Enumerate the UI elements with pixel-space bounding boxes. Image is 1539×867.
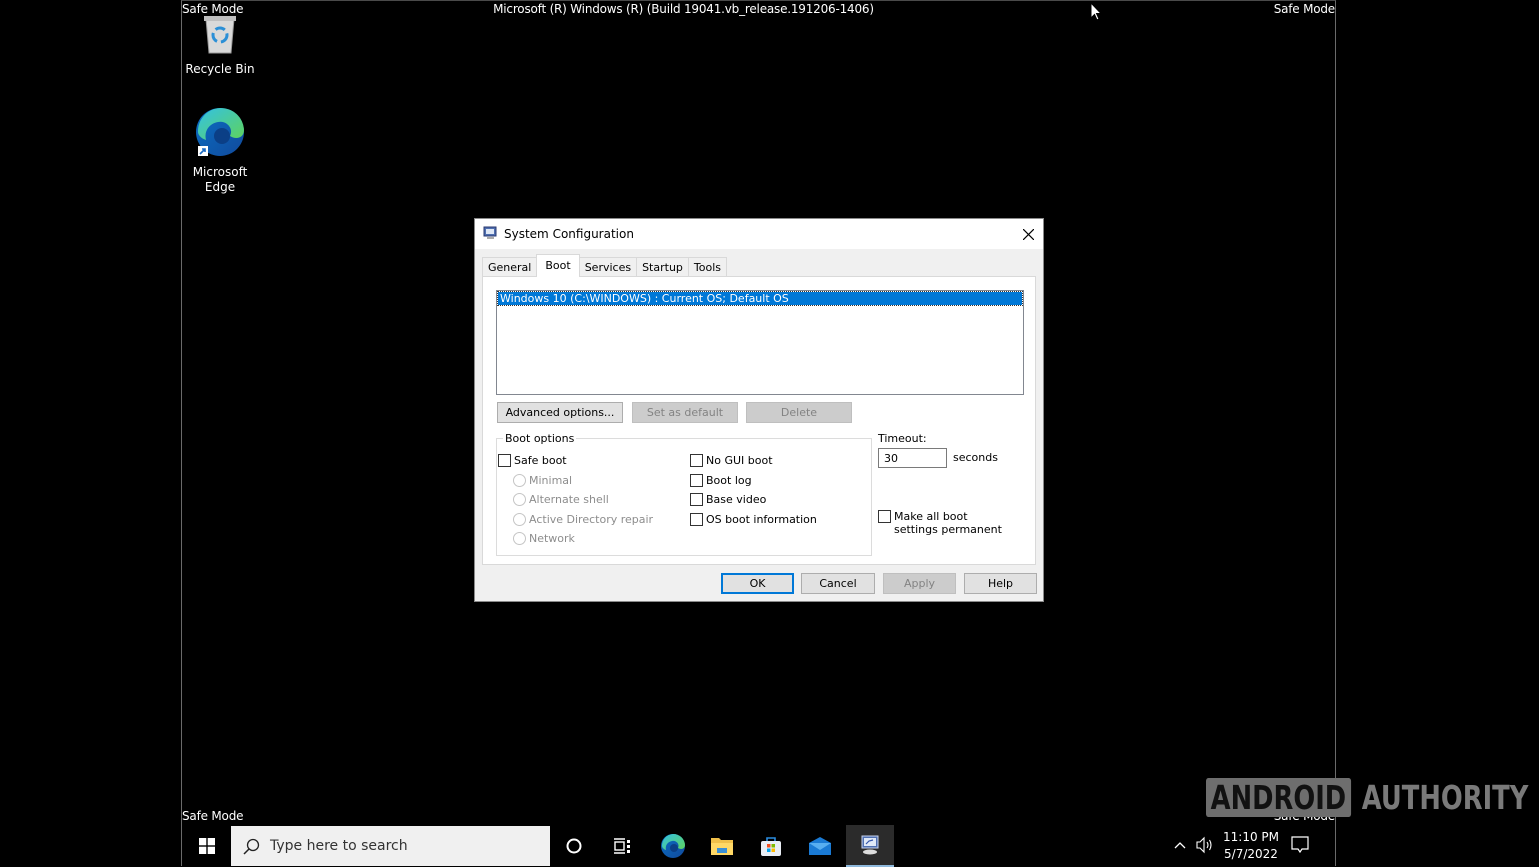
no-gui-boot-checkbox[interactable]: No GUI boot: [690, 454, 773, 467]
radio-circle[interactable]: [513, 493, 526, 506]
search-icon: [243, 838, 260, 855]
radio-label: Network: [529, 532, 575, 545]
watermark-part-2: AUTHORITY: [1361, 778, 1529, 817]
safe-boot-checkbox[interactable]: Safe boot: [498, 454, 567, 467]
safe-mode-label-top-right: Safe Mode: [1273, 2, 1335, 16]
boot-options-legend: Boot options: [503, 432, 577, 445]
cortana-button[interactable]: [551, 825, 597, 867]
checkbox-label: Base video: [706, 493, 767, 506]
checkbox-label: No GUI boot: [706, 454, 773, 467]
system-clock[interactable]: 11:10 PM 5/7/2022: [1220, 829, 1282, 863]
checkbox-label: Make all boot settings permanent: [894, 510, 1002, 536]
store-icon: [761, 837, 781, 856]
boot-tab-panel: Windows 10 (C:\WINDOWS) : Current OS; De…: [482, 276, 1036, 565]
mouse-cursor-icon: [1090, 2, 1102, 21]
boot-log-checkbox[interactable]: Boot log: [690, 474, 752, 487]
help-button[interactable]: Help: [964, 573, 1037, 594]
radio-circle[interactable]: [513, 513, 526, 526]
checkbox-box[interactable]: [498, 454, 511, 467]
dialog-title: System Configuration: [504, 227, 634, 241]
build-string: Microsoft (R) Windows (R) (Build 19041.v…: [493, 2, 874, 16]
os-list-item[interactable]: Windows 10 (C:\WINDOWS) : Current OS; De…: [497, 291, 1023, 306]
apply-button[interactable]: Apply: [883, 573, 956, 594]
msconfig-icon: [861, 835, 879, 855]
action-center-icon[interactable]: [1291, 836, 1309, 854]
radio-alternate-shell[interactable]: Alternate shell: [513, 493, 609, 506]
delete-button[interactable]: Delete: [746, 402, 852, 423]
checkbox-label: OS boot information: [706, 513, 817, 526]
desktop-icon-microsoft-edge[interactable]: Microsoft Edge: [182, 106, 258, 195]
boot-options-group: Boot options Safe boot Minimal Alternate…: [496, 432, 872, 556]
tab-strip: General Boot Services Startup Tools: [482, 254, 728, 277]
close-icon: [1022, 228, 1034, 240]
android-authority-watermark: ANDROID AUTHORITY: [1206, 778, 1528, 817]
radio-circle[interactable]: [513, 474, 526, 487]
checkbox-label: Safe boot: [514, 454, 567, 467]
task-view-icon: [614, 838, 630, 854]
taskbar-edge-button[interactable]: [650, 825, 696, 867]
edge-icon: [661, 833, 685, 858]
task-view-button[interactable]: [599, 825, 645, 867]
radio-network[interactable]: Network: [513, 532, 575, 545]
clock-time: 11:10 PM: [1223, 830, 1279, 844]
start-button[interactable]: [184, 825, 230, 867]
radio-circle[interactable]: [513, 532, 526, 545]
close-button[interactable]: [1013, 219, 1043, 249]
ok-button[interactable]: OK: [721, 573, 794, 594]
desktop-icon-recycle-bin[interactable]: Recycle Bin: [182, 13, 258, 77]
timeout-input[interactable]: [878, 448, 947, 468]
dialog-titlebar[interactable]: System Configuration: [475, 219, 1043, 249]
checkbox-box[interactable]: [690, 493, 703, 506]
tab-tools[interactable]: Tools: [687, 257, 728, 277]
checkbox-box[interactable]: [690, 454, 703, 467]
base-video-checkbox[interactable]: Base video: [690, 493, 766, 506]
volume-icon[interactable]: [1195, 836, 1215, 854]
recycle-bin-icon: [204, 16, 236, 54]
search-placeholder: Type here to search: [270, 838, 408, 854]
taskbar-search-box[interactable]: Type here to search: [231, 826, 550, 866]
clock-date: 5/7/2022: [1224, 847, 1278, 861]
mail-icon: [809, 837, 831, 855]
edge-icon: [196, 107, 244, 156]
cortana-icon: [566, 838, 582, 854]
advanced-options-button[interactable]: Advanced options...: [497, 402, 623, 423]
msconfig-icon: [483, 226, 497, 239]
cancel-button[interactable]: Cancel: [801, 573, 875, 594]
checkbox-box[interactable]: [878, 510, 891, 523]
windows-logo-icon: [199, 838, 215, 854]
timeout-label: Timeout:: [878, 432, 927, 445]
taskbar-mail-button[interactable]: [797, 825, 843, 867]
tab-boot[interactable]: Boot: [536, 254, 580, 277]
os-boot-information-checkbox[interactable]: OS boot information: [690, 513, 817, 526]
checkbox-label: Boot log: [706, 474, 752, 487]
watermark-part-1: ANDROID: [1206, 778, 1351, 817]
checkbox-box[interactable]: [690, 474, 703, 487]
desktop-icon-label: Microsoft Edge: [192, 165, 248, 194]
radio-label: Alternate shell: [529, 493, 609, 506]
set-as-default-button[interactable]: Set as default: [632, 402, 738, 423]
taskbar-file-explorer-button[interactable]: [699, 825, 745, 867]
checkbox-box[interactable]: [690, 513, 703, 526]
timeout-unit-label: seconds: [953, 451, 998, 464]
tab-services[interactable]: Services: [578, 257, 638, 277]
radio-minimal[interactable]: Minimal: [513, 474, 572, 487]
taskbar-system-configuration-button[interactable]: [846, 825, 894, 867]
taskbar-store-button[interactable]: [748, 825, 794, 867]
radio-active-directory-repair[interactable]: Active Directory repair: [513, 513, 653, 526]
radio-label: Minimal: [529, 474, 573, 487]
system-configuration-dialog: System Configuration General Boot Servic…: [474, 218, 1044, 602]
safe-mode-label-bottom-left: Safe Mode: [182, 809, 244, 823]
taskbar: Type here to search 11:10 PM 5/7/2022: [182, 825, 1335, 867]
os-list[interactable]: Windows 10 (C:\WINDOWS) : Current OS; De…: [496, 290, 1024, 395]
desktop: Safe Mode Microsoft (R) Windows (R) (Bui…: [181, 0, 1336, 867]
tab-startup[interactable]: Startup: [636, 257, 689, 277]
show-hidden-icons-chevron-icon[interactable]: [1173, 837, 1187, 853]
radio-label: Active Directory repair: [529, 513, 654, 526]
folder-icon: [711, 838, 733, 855]
desktop-icon-label: Recycle Bin: [185, 62, 255, 76]
tab-general[interactable]: General: [482, 257, 538, 277]
make-permanent-checkbox[interactable]: Make all boot settings permanent: [878, 510, 1014, 536]
